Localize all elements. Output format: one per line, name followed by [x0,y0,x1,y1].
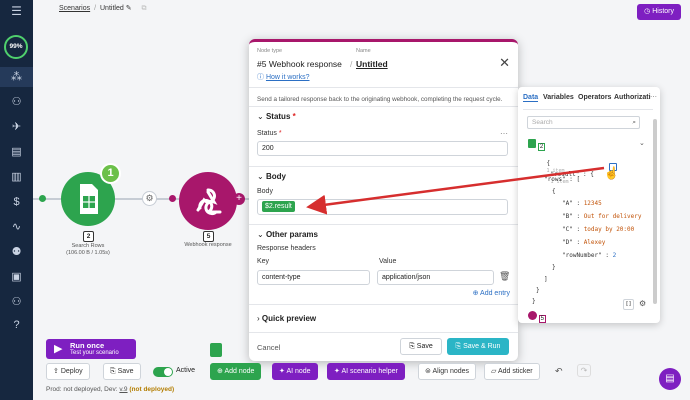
play-icon: ▶ [54,343,63,355]
align-icon: ⊜ [425,368,431,375]
ai-scenario-helper-button[interactable]: ✦ AI scenario helper [327,363,405,380]
save-icon: ⎘ [110,368,116,375]
align-nodes-button[interactable]: ⊜ Align nodes [418,363,477,380]
active-label: Active [176,367,196,374]
bottom-toolbar: ▶ Run once Test your scenario ⇪ Deploy ⎘… [33,339,690,400]
deploy-button[interactable]: ⇪ Deploy [46,363,90,380]
active-toggle[interactable] [153,367,173,377]
deployment-status: Prod: not deployed, Dev: v.9 (not deploy… [46,386,175,393]
plus-icon: ⊕ [217,368,223,375]
ai-node-button[interactable]: ✦ AI node [272,363,318,380]
run-once-button[interactable]: ▶ Run once Test your scenario [46,339,136,359]
add-node-button[interactable]: ⊕ Add node [210,363,262,380]
hand-cursor-icon: ☝ [604,166,619,180]
add-sticker-button[interactable]: ▱ Add sticker [484,363,540,380]
undo-icon[interactable]: ↶ [555,366,563,377]
sheets-floating-icon[interactable] [210,343,222,357]
save-button[interactable]: ⎘ Save [103,363,141,380]
sparkle-icon: ✦ [279,368,285,375]
sparkle-icon: ✦ [334,368,340,375]
redo-icon[interactable]: ↷ [577,364,591,377]
chat-support-button[interactable]: ▤ [659,368,681,390]
sticker-icon: ▱ [491,368,497,375]
upload-icon: ⇪ [53,368,59,375]
